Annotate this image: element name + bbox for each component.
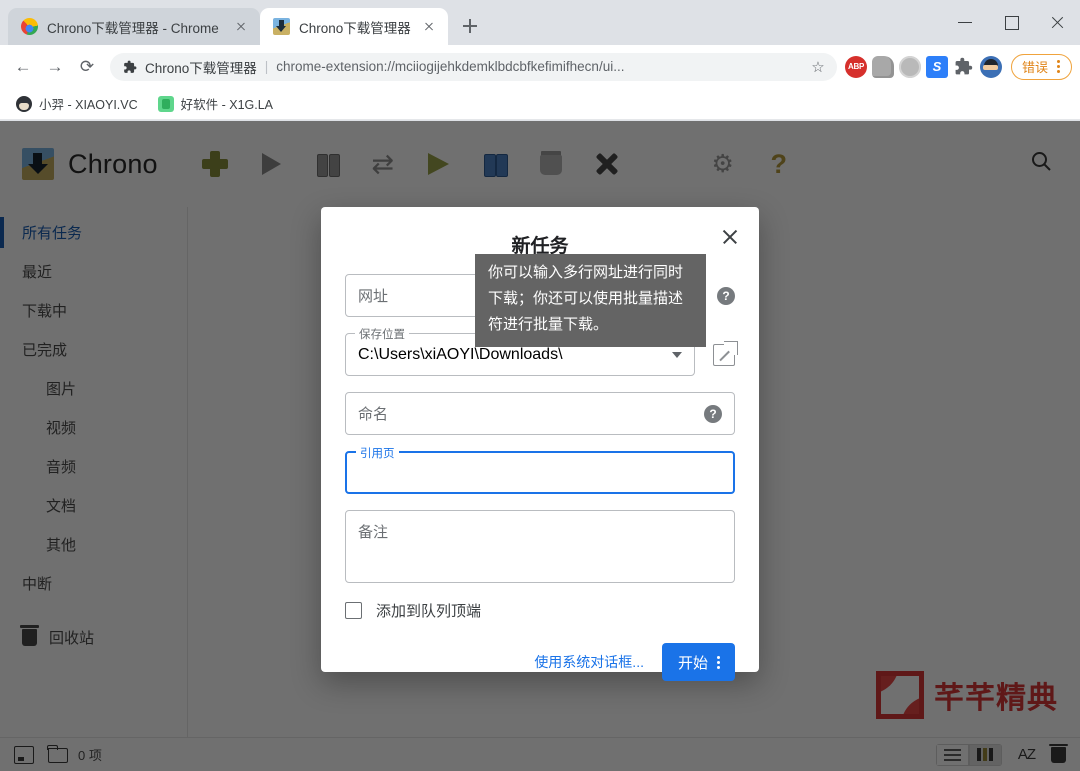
tab-title: Chrono下载管理器 - Chrome 网	[47, 20, 223, 36]
error-badge[interactable]: 错误	[1010, 53, 1072, 80]
tab-title: Chrono下载管理器	[299, 20, 411, 36]
url-tooltip: 你可以输入多行网址进行同时下载；你还可以使用批量描述符进行批量下载。	[475, 254, 706, 347]
chrome-menu-icon[interactable]	[1052, 59, 1065, 75]
referrer-input[interactable]: 引用页	[345, 445, 735, 494]
avatar-icon	[16, 95, 32, 112]
s-extension-icon[interactable]: S	[925, 55, 948, 78]
add-to-top-checkbox[interactable]	[345, 602, 362, 619]
extension-puzzle-icon	[123, 60, 137, 74]
start-button-label: 开始	[677, 654, 708, 672]
omnibox-url: chrome-extension://mciiogijehkdemklbdcbf…	[276, 59, 625, 74]
extension-icons: ABP S 错误	[844, 53, 1072, 80]
help-icon[interactable]: ?	[717, 286, 735, 305]
close-icon[interactable]	[717, 223, 743, 249]
minimize-button[interactable]	[942, 0, 988, 45]
back-button[interactable]: ←	[8, 52, 38, 82]
bookmark-label: 小羿 - XIAOYI.VC	[39, 98, 138, 112]
url-placeholder: 网址	[358, 288, 389, 305]
bookmark-label: 好软件 - X1G.LA	[180, 98, 274, 112]
name-placeholder: 命名	[358, 406, 389, 423]
browser-tab-0[interactable]: Chrono下载管理器 - Chrome 网	[8, 8, 260, 45]
tab-strip: Chrono下载管理器 - Chrome 网 Chrono下载管理器	[0, 0, 1080, 45]
add-to-top-row: 添加到队列顶端	[345, 600, 735, 621]
tab-close-icon[interactable]	[420, 18, 438, 36]
save-location-value: C:\Users\xiAOYI\Downloads\	[358, 345, 563, 363]
kebab-icon[interactable]	[712, 654, 725, 670]
open-external-icon[interactable]	[713, 340, 738, 366]
notes-textarea[interactable]: 备注	[345, 510, 735, 583]
bookmark-star-icon[interactable]: ☆	[809, 58, 827, 76]
name-input[interactable]: 命名 ?	[345, 392, 735, 435]
close-window-button[interactable]	[1034, 0, 1080, 45]
window-controls	[942, 0, 1080, 45]
new-tab-button[interactable]	[456, 12, 484, 40]
referrer-label: 引用页	[356, 445, 399, 461]
chevron-down-icon[interactable]	[672, 351, 682, 358]
bookmarks-bar: 小羿 - XIAOYI.VC 好软件 - X1G.LA	[0, 88, 1080, 120]
gray-circle-icon[interactable]	[898, 55, 921, 78]
forward-button[interactable]: →	[40, 52, 70, 82]
tab-close-icon[interactable]	[232, 18, 250, 36]
modal-overlay: 新任务 网址 ? 保存位置 C:\Users\xiAOYI\Downloads\…	[0, 121, 1080, 771]
start-button[interactable]: 开始	[661, 643, 735, 681]
chrono-icon	[273, 18, 290, 35]
dialog-actions: 使用系统对话框... 开始	[345, 643, 735, 681]
name-field-row: 命名 ?	[345, 392, 735, 435]
shoe-icon[interactable]	[871, 55, 894, 78]
error-badge-label: 错误	[1021, 60, 1048, 75]
omnibox-separator: |	[264, 59, 269, 74]
profile-avatar[interactable]	[979, 55, 1002, 78]
browser-window: Chrono下载管理器 - Chrome 网 Chrono下载管理器 ← → ⟳…	[0, 0, 1080, 771]
reload-button[interactable]: ⟳	[72, 52, 102, 82]
address-bar[interactable]: Chrono下载管理器 | chrome-extension://mciiogi…	[110, 52, 837, 81]
bookmark-item[interactable]: 小羿 - XIAOYI.VC	[8, 91, 146, 116]
system-dialog-link[interactable]: 使用系统对话框...	[534, 652, 644, 672]
chrome-icon	[21, 18, 38, 35]
omnibox-extension-name: Chrono下载管理器	[145, 60, 257, 76]
notes-field-row: 备注	[345, 510, 735, 583]
save-location-label: 保存位置	[355, 326, 409, 342]
puzzle-icon[interactable]	[953, 56, 975, 78]
new-task-dialog: 新任务 网址 ? 保存位置 C:\Users\xiAOYI\Downloads\…	[321, 207, 759, 681]
browser-toolbar: ← → ⟳ Chrono下载管理器 | chrome-extension://m…	[0, 45, 1080, 88]
bookmark-item[interactable]: 好软件 - X1G.LA	[150, 91, 281, 116]
referrer-field-row: 引用页	[345, 445, 735, 494]
help-icon[interactable]: ?	[704, 404, 722, 423]
add-to-top-label: 添加到队列顶端	[376, 603, 482, 620]
maximize-button[interactable]	[988, 0, 1034, 45]
green-app-icon	[157, 95, 174, 112]
browser-tab-1[interactable]: Chrono下载管理器	[260, 8, 448, 45]
adblock-plus-icon[interactable]: ABP	[844, 55, 867, 78]
